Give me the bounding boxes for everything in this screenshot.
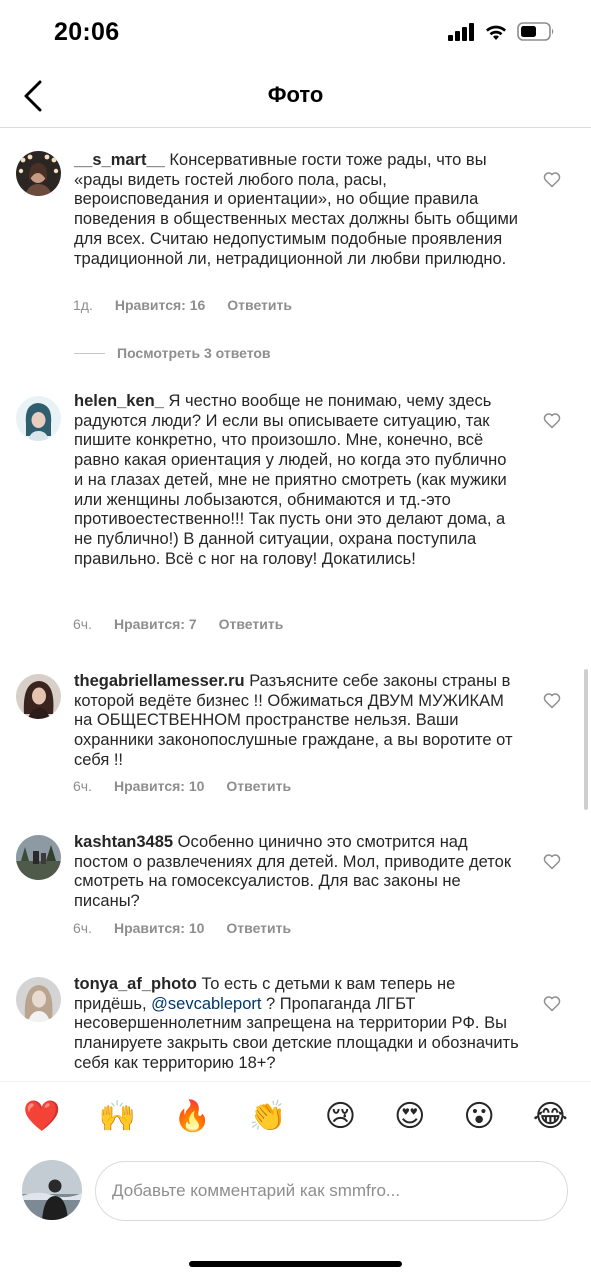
comment-text: kashtan3485 Особенно цинично это смотрит… — [74, 833, 520, 912]
comment-text: helen_ken_ Я честно вообще не понимаю, ч… — [74, 392, 520, 569]
comment-meta: 6ч. Нравится: 10 Ответить — [73, 778, 291, 794]
comments-list[interactable]: __s_mart__ Консервативные гости тоже рад… — [0, 129, 591, 1081]
wifi-icon — [486, 25, 506, 40]
reply-button[interactable]: Ответить — [219, 616, 284, 632]
heart-outline-icon[interactable] — [543, 171, 561, 188]
heart-eyes-icon[interactable]: 😍 — [394, 1101, 425, 1132]
comment-username[interactable]: thegabriellamesser.ru — [74, 672, 245, 690]
comment-composer: Добавьте комментарий как smmfro... — [0, 1151, 591, 1241]
heart-outline-icon[interactable] — [543, 995, 561, 1012]
comment-username[interactable]: __s_mart__ — [74, 151, 165, 169]
heart-outline-icon[interactable] — [543, 692, 561, 709]
comment-username[interactable]: kashtan3485 — [74, 833, 173, 851]
nav-header: Фото — [0, 66, 591, 128]
user-avatar[interactable] — [22, 1160, 82, 1220]
comment-text: tonya_af_photo То есть с детьми к вам те… — [74, 975, 520, 1074]
status-icons — [448, 22, 555, 41]
status-time: 20:06 — [54, 18, 120, 46]
comment-likes[interactable]: Нравится: 7 — [114, 616, 197, 632]
comment-likes[interactable]: Нравится: 10 — [114, 920, 204, 936]
comment-time: 6ч. — [73, 778, 92, 794]
comment-time: 6ч. — [73, 616, 92, 632]
clapping-hands-icon[interactable]: 👏 — [249, 1101, 286, 1132]
signal-icon — [448, 22, 474, 41]
comment-meta: 1д. Нравится: 16 Ответить — [73, 297, 292, 313]
avatar[interactable] — [16, 835, 61, 880]
comment-username[interactable]: tonya_af_photo — [74, 975, 197, 993]
page-title: Фото — [267, 82, 324, 107]
comment-username[interactable]: helen_ken_ — [74, 392, 164, 410]
avatar[interactable] — [16, 396, 61, 441]
comment-text: thegabriellamesser.ru Разъясните себе за… — [74, 672, 520, 771]
view-replies-label: Посмотреть 3 ответов — [117, 345, 271, 361]
status-bar: 20:06 — [0, 0, 591, 66]
avatar[interactable] — [16, 977, 61, 1022]
comment-message: Я честно вообще не понимаю, чему здесь р… — [74, 392, 507, 568]
comment-meta: 6ч. Нравится: 7 Ответить — [73, 616, 283, 632]
mention-link[interactable]: @sevcableport — [151, 995, 261, 1013]
reply-button[interactable]: Ответить — [226, 778, 291, 794]
comment-likes[interactable]: Нравится: 16 — [115, 297, 205, 313]
surprised-face-icon[interactable]: 😮 — [464, 1101, 495, 1132]
reply-button[interactable]: Ответить — [226, 920, 291, 936]
comment-time: 1д. — [73, 297, 93, 313]
scrollbar[interactable] — [584, 669, 588, 810]
comment-likes[interactable]: Нравится: 10 — [114, 778, 204, 794]
comment-text: __s_mart__ Консервативные гости тоже рад… — [74, 151, 520, 269]
avatar[interactable] — [16, 151, 61, 196]
battery-icon — [517, 22, 554, 41]
comment-input[interactable]: Добавьте комментарий как smmfro... — [95, 1161, 568, 1221]
home-indicator — [189, 1261, 402, 1267]
fire-icon[interactable]: 🔥 — [174, 1101, 211, 1132]
comment-meta: 6ч. Нравится: 10 Ответить — [73, 920, 291, 936]
view-replies-button[interactable]: Посмотреть 3 ответов — [74, 345, 271, 361]
tears-of-joy-icon[interactable]: 😂 — [533, 1101, 568, 1132]
comment-input-placeholder: Добавьте комментарий как smmfro... — [112, 1181, 401, 1200]
red-heart-icon[interactable]: ❤️ — [23, 1101, 60, 1132]
avatar[interactable] — [16, 674, 61, 719]
reply-button[interactable]: Ответить — [227, 297, 292, 313]
replies-divider — [74, 352, 105, 354]
quick-reactions-bar: ❤️ 🙌 🔥 👏 😢 😍 😮 😂 — [0, 1081, 591, 1151]
comment-time: 6ч. — [73, 920, 92, 936]
heart-outline-icon[interactable] — [543, 412, 561, 429]
raising-hands-icon[interactable]: 🙌 — [98, 1101, 135, 1132]
heart-outline-icon[interactable] — [543, 853, 561, 870]
crying-face-icon[interactable]: 😢 — [325, 1101, 356, 1132]
